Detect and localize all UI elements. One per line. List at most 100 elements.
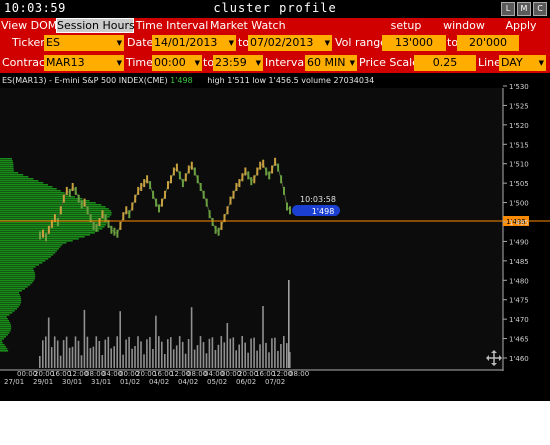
vol-range-to-field[interactable]: 20'000 <box>457 35 519 51</box>
volume-profile-bar <box>0 348 8 350</box>
price-candle <box>280 175 283 184</box>
price-candle <box>265 167 268 176</box>
window-buttons: L M C <box>501 2 547 16</box>
chevron-down-icon: ▼ <box>194 59 200 67</box>
volume-profile-bar <box>0 256 51 258</box>
y-tick-label: 1'495 <box>509 219 529 227</box>
volume-profile-bar <box>0 180 39 182</box>
market-watch-menu[interactable]: Market Watch <box>210 18 286 33</box>
line-select[interactable]: DAY ▼ <box>499 55 546 71</box>
volume-profile-bar <box>0 184 48 186</box>
setup-button[interactable]: setup <box>378 18 434 33</box>
price-candle <box>74 186 77 195</box>
volume-bar <box>77 340 80 368</box>
time-from-field[interactable]: 00:00 ▼ <box>152 55 202 71</box>
contract-select[interactable]: MAR13 ▼ <box>44 55 124 71</box>
volume-bar <box>95 336 98 368</box>
price-candle <box>170 175 172 184</box>
chevron-down-icon: ▼ <box>228 39 234 47</box>
y-tick-label: 1'520 <box>509 122 529 130</box>
price-candle <box>47 225 50 234</box>
volume-profile-bar <box>0 176 29 178</box>
volume-profile-bar <box>0 296 21 298</box>
volume-profile-bar <box>0 276 36 278</box>
volume-profile-bar <box>0 282 33 284</box>
x-date-label: 05/02 <box>207 378 227 386</box>
price-candle <box>158 204 160 213</box>
volume-bar <box>47 317 50 368</box>
date-to-field[interactable]: 07/02/2013 ▼ <box>248 35 332 51</box>
window-button-c[interactable]: C <box>533 2 547 16</box>
price-candle <box>277 163 280 172</box>
price-candle <box>167 181 169 190</box>
date-from-field[interactable]: 14/01/2013 ▼ <box>152 35 236 51</box>
y-tick-label: 1'505 <box>509 180 529 188</box>
price-candle <box>143 179 146 188</box>
volume-bar <box>50 347 53 368</box>
chevron-down-icon: ▼ <box>116 39 122 47</box>
volume-profile-bar <box>0 308 17 310</box>
price-candle <box>211 218 214 226</box>
crosshair-time: 10:03:58 <box>300 195 336 204</box>
price-candle <box>262 159 265 168</box>
volume-profile-bar <box>0 210 111 212</box>
volume-profile-bar <box>0 350 9 352</box>
price-candle <box>83 198 86 207</box>
volume-bar <box>253 337 255 368</box>
volume-profile-bar <box>0 272 35 274</box>
volume-profile-bar <box>0 344 5 346</box>
y-tick-label: 1'470 <box>509 316 529 324</box>
price-candle <box>140 183 143 191</box>
window-menu[interactable]: window <box>436 18 492 33</box>
chevron-down-icon: ▼ <box>116 59 122 67</box>
price-candle <box>101 210 104 219</box>
volume-bar <box>265 342 267 368</box>
price-candle <box>161 198 163 207</box>
volume-bar <box>80 355 83 368</box>
view-dom-menu[interactable]: View DOM <box>1 18 57 33</box>
apply-button[interactable]: Apply <box>494 18 548 33</box>
price-scale-field[interactable]: 0.25 <box>414 55 476 71</box>
chart-area[interactable]: 1'495 1'530 1'525 1'520 1'515 1'510 1'505 1'50… <box>0 73 550 401</box>
x-date-label: 06/02 <box>236 378 256 386</box>
vol-range-from-field[interactable]: 13'000 <box>382 35 446 51</box>
volume-bar <box>155 315 157 368</box>
volume-bar <box>175 345 178 368</box>
volume-profile-bar <box>0 306 19 308</box>
volume-profile-bar <box>0 228 103 230</box>
time-interval-menu[interactable]: Time Interval <box>135 18 209 33</box>
volume-bar <box>104 339 107 368</box>
volume-profile-bar <box>0 244 63 246</box>
volume-profile-bar <box>0 314 10 316</box>
crosshair-price: 1'498 <box>312 207 335 216</box>
window-button-l[interactable]: L <box>501 2 515 16</box>
ticker-select[interactable]: ES ▼ <box>44 35 124 51</box>
volume-profile-bar <box>0 186 53 188</box>
volume-bar <box>86 336 89 368</box>
price-candle <box>128 210 131 219</box>
interval-select[interactable]: 60 MIN ▼ <box>305 55 357 71</box>
volume-profile-bar <box>0 284 31 286</box>
volume-bar <box>288 280 290 368</box>
price-candle <box>152 190 155 199</box>
price-candle <box>45 233 47 242</box>
volume-profile-bar <box>0 266 36 268</box>
y-tick-label: 1'465 <box>509 336 529 344</box>
time-to-field[interactable]: 23:59 ▼ <box>213 55 263 71</box>
chevron-down-icon: ▼ <box>324 39 330 47</box>
price-candle <box>244 167 247 176</box>
session-hours-tab[interactable]: Session Hours <box>56 18 135 33</box>
price-candle <box>247 171 250 180</box>
window-button-m[interactable]: M <box>517 2 531 16</box>
price-candle <box>193 167 196 176</box>
volume-profile-bar <box>0 192 65 194</box>
volume-profile-bar <box>0 280 34 282</box>
volume-bar <box>113 346 115 368</box>
volume-profile-bar <box>0 162 14 164</box>
cluster-profile-chart[interactable]: 1'495 1'530 1'525 1'520 1'515 1'510 1'505 1'50… <box>0 73 550 401</box>
volume-bar <box>181 341 184 368</box>
volume-profile-bar <box>0 212 112 214</box>
volume-bar <box>193 349 196 368</box>
volume-bar <box>65 336 68 368</box>
volume-profile-bar <box>0 294 20 296</box>
